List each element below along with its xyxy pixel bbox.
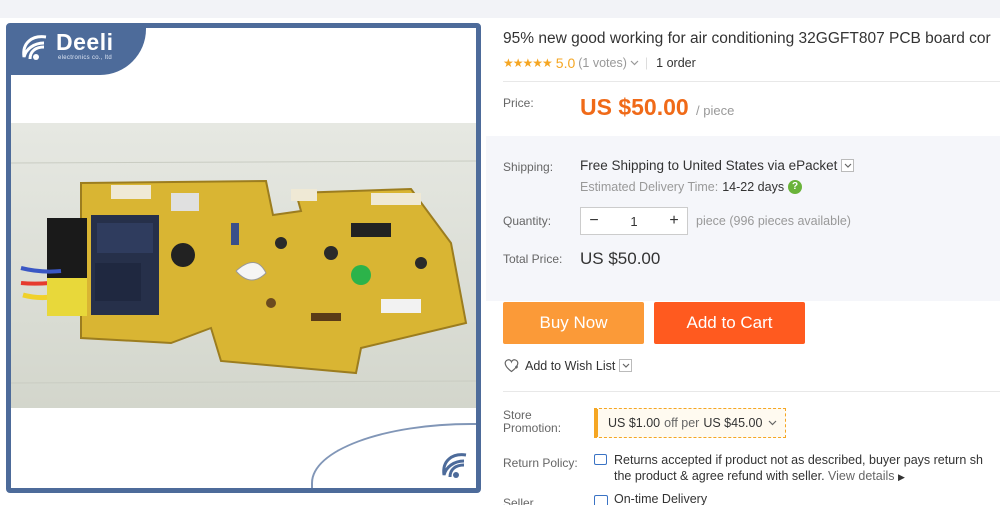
store-promotion-label: Store Promotion:	[503, 409, 561, 435]
add-to-cart-button[interactable]: Add to Cart	[654, 302, 805, 344]
brand-name: Deeli	[56, 29, 114, 55]
product-title: 95% new good working for air conditionin…	[503, 30, 991, 47]
chevron-down-icon[interactable]	[630, 60, 639, 66]
product-photo	[11, 123, 476, 408]
quantity-increase-button[interactable]: +	[661, 212, 687, 230]
quantity-available: piece (996 pieces available)	[696, 214, 851, 228]
price-value: US $50.00	[580, 94, 689, 120]
add-to-wish-list[interactable]: Add to Wish List	[503, 358, 633, 373]
shipping-method[interactable]: Free Shipping to United States via ePack…	[580, 158, 855, 173]
chevron-down-icon[interactable]	[768, 420, 777, 426]
rating-stars-icon: ★★★★★	[503, 56, 553, 70]
return-policy-icon	[594, 454, 607, 465]
order-count: 1 order	[656, 56, 696, 70]
total-price-label: Total Price:	[503, 252, 563, 266]
promo-threshold: US $45.00	[703, 416, 763, 430]
shipping-method-text[interactable]: Free Shipping to United States via ePack…	[580, 158, 837, 173]
quantity-input[interactable]: 1	[607, 214, 661, 229]
chevron-down-icon[interactable]	[619, 359, 633, 372]
chevron-down-icon[interactable]	[841, 159, 855, 172]
rating-summary: ★★★★★ 5.0 (1 votes) | 1 order	[503, 55, 696, 71]
brand-subtitle: electronics co., ltd	[58, 55, 113, 61]
total-price-value: US $50.00	[580, 249, 661, 268]
rating-score[interactable]: 5.0	[556, 55, 575, 71]
help-icon[interactable]: ?	[788, 180, 803, 194]
rating-votes[interactable]: (1 votes)	[578, 56, 627, 70]
eta-days: 14-22 days	[722, 180, 785, 194]
divider	[503, 391, 1000, 392]
brand-logo-icon	[22, 35, 47, 60]
store-promotion-coupon[interactable]: US $1.00 off per US $45.00	[594, 408, 786, 438]
delivery-estimate: Estimated Delivery Time: 14-22 days ?	[580, 180, 803, 194]
wish-list-label[interactable]: Add to Wish List	[525, 359, 615, 373]
divider: |	[644, 56, 649, 70]
quantity-decrease-button[interactable]: −	[581, 212, 607, 230]
seller-label: Seller	[503, 496, 534, 505]
caret-right-icon[interactable]: ▶	[898, 472, 905, 482]
buy-now-button[interactable]: Buy Now	[503, 302, 644, 344]
product-image-frame[interactable]: Deeli electronics co., ltd	[6, 23, 481, 493]
shipping-label: Shipping:	[503, 160, 554, 174]
product-detail-panel: 95% new good working for air conditionin…	[486, 18, 1000, 505]
eta-label: Estimated Delivery Time:	[580, 180, 719, 194]
quantity-stepper: − 1 +	[580, 207, 688, 235]
store-promotion-label-line2: Promotion:	[503, 421, 562, 435]
heart-icon[interactable]	[503, 358, 520, 373]
price-label: Price:	[503, 96, 534, 110]
product-page: Deeli electronics co., ltd 95% new good …	[0, 0, 1000, 505]
delivery-truck-icon	[594, 495, 608, 505]
on-time-delivery: On-time Delivery	[614, 492, 708, 505]
brand-watermark-icon	[442, 453, 467, 478]
view-details-link[interactable]: View details	[828, 469, 894, 483]
return-policy-line1: Returns accepted if product not as descr…	[614, 453, 983, 467]
quantity-label: Quantity:	[503, 214, 552, 228]
return-policy-line2: the product & agree refund with seller.	[614, 469, 825, 483]
return-policy-text: Returns accepted if product not as descr…	[614, 452, 1000, 485]
store-promotion-label-line1: Store	[503, 408, 532, 422]
divider	[503, 81, 1000, 82]
promo-off-per: off per	[664, 416, 700, 430]
brand-logo: Deeli electronics co., ltd	[11, 28, 146, 75]
promo-amount: US $1.00	[608, 416, 661, 430]
price-unit: / piece	[696, 103, 735, 118]
top-strip	[0, 0, 1000, 18]
return-policy-label: Return Policy:	[503, 456, 578, 470]
image-gallery: Deeli electronics co., ltd	[0, 18, 486, 505]
